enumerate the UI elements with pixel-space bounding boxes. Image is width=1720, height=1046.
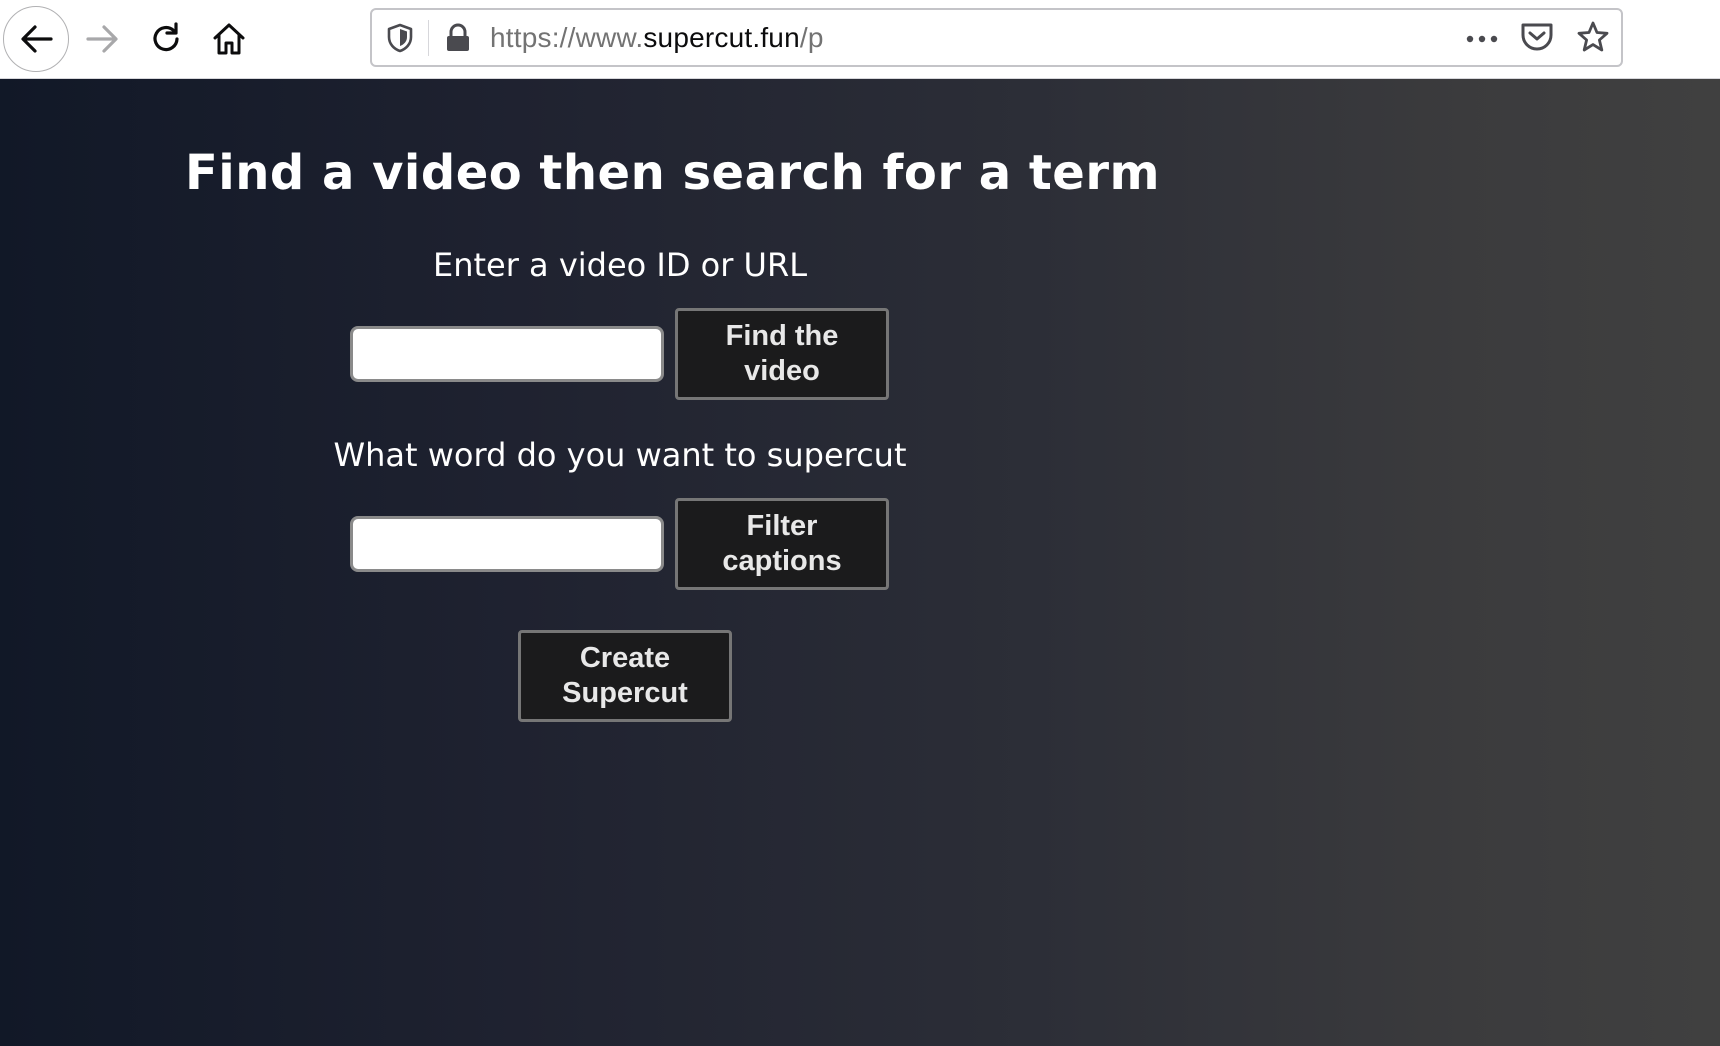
reload-icon [153, 22, 179, 52]
bookmark-star-icon[interactable] [1576, 20, 1610, 54]
arrow-right-icon [86, 25, 118, 53]
more-actions-icon[interactable] [1464, 24, 1500, 54]
create-supercut-button-line2: Supercut [562, 677, 688, 709]
browser-toolbar: https://www.supercut.fun/p [0, 0, 1720, 79]
search-word-label: What word do you want to supercut [333, 436, 907, 474]
find-video-button[interactable]: Find the video [675, 308, 889, 400]
shield-icon[interactable] [386, 23, 414, 53]
address-bar-separator [428, 20, 429, 56]
filter-captions-button-line1: Filter [746, 510, 818, 542]
filter-captions-button-line2: captions [722, 545, 842, 577]
create-supercut-button[interactable]: Create Supercut [518, 630, 732, 722]
page-title: Find a video then search for a term [185, 145, 1161, 201]
url-path: /p [799, 22, 824, 53]
pocket-icon[interactable] [1520, 21, 1554, 53]
video-id-label: Enter a video ID or URL [432, 246, 808, 284]
address-bar[interactable]: https://www.supercut.fun/p [370, 8, 1623, 67]
arrow-left-icon [21, 25, 53, 53]
find-video-button-line1: Find the [725, 320, 839, 352]
filter-captions-button[interactable]: Filter captions [675, 498, 889, 590]
search-word-input[interactable] [350, 516, 664, 572]
home-button[interactable] [196, 6, 262, 72]
create-supercut-button-line1: Create [579, 642, 671, 674]
url-scheme: https://www. [490, 22, 644, 53]
url-host: supercut.fun [643, 22, 800, 53]
back-button[interactable] [3, 6, 69, 72]
find-video-button-line2: video [744, 355, 820, 387]
home-icon [213, 23, 245, 55]
url-text[interactable]: https://www.supercut.fun/p [490, 22, 824, 54]
video-id-input[interactable] [350, 326, 664, 382]
reload-button[interactable] [133, 6, 199, 72]
lock-icon[interactable] [444, 23, 472, 53]
page-content: Find a video then search for a term Ente… [0, 79, 1720, 1046]
forward-button[interactable] [70, 6, 136, 72]
